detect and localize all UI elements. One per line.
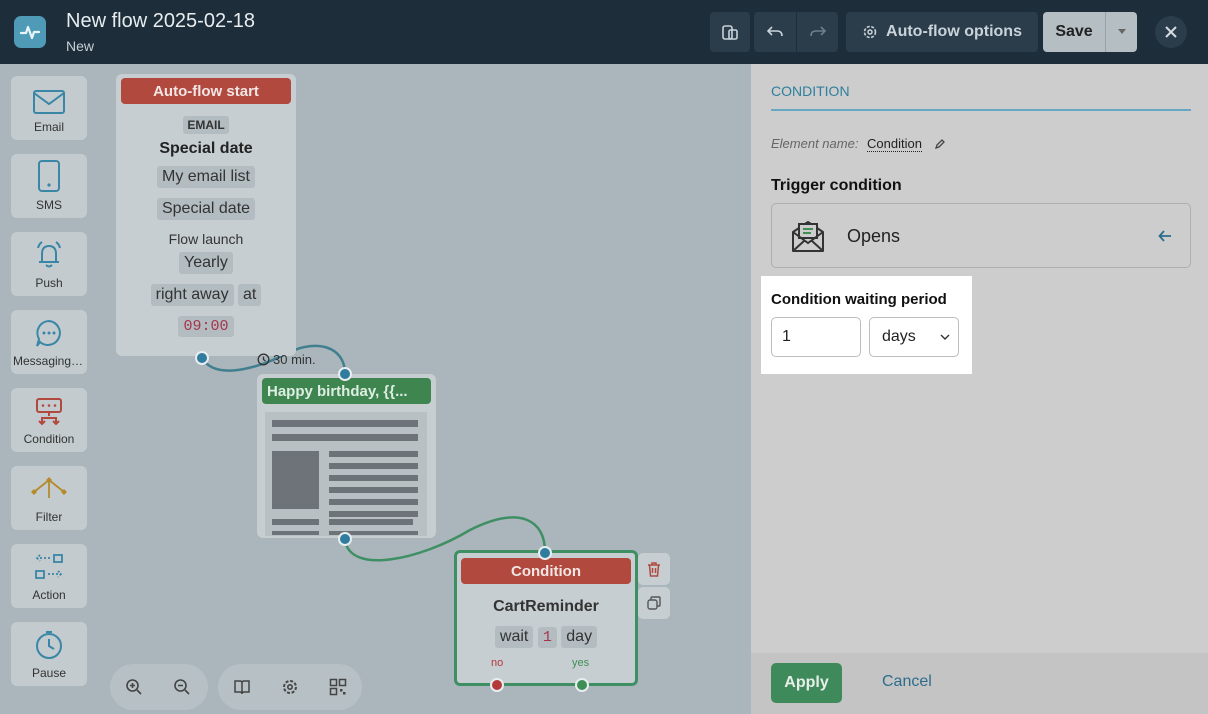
zoom-in-button[interactable] [110, 664, 158, 710]
waiting-period-label: Condition waiting period [771, 291, 947, 308]
guide-button[interactable] [218, 664, 266, 710]
save-button-group: Save [1043, 12, 1137, 52]
waiting-period-input[interactable]: 1 [771, 317, 861, 357]
delay-label: 30 min. [273, 352, 316, 367]
start-node[interactable]: Auto-flow start EMAIL Special date My em… [116, 74, 296, 356]
undo-button[interactable] [754, 12, 796, 52]
copy-icon [647, 596, 661, 610]
start-node-output-port[interactable] [195, 351, 209, 365]
condition-settings-panel: CONDITION Element name: Condition Trigge… [751, 64, 1208, 714]
trigger-type: Special date [159, 140, 253, 157]
wait-unit: day [561, 626, 598, 648]
apply-button[interactable]: Apply [771, 663, 842, 703]
launch-label: Flow launch [168, 231, 244, 247]
start-node-header: Auto-flow start [121, 78, 291, 104]
delay-tag: 30 min. [257, 352, 316, 367]
history-controls [754, 12, 838, 52]
element-name-value[interactable]: Condition [867, 136, 922, 152]
no-branch-port[interactable] [490, 678, 504, 692]
wait-label: wait [494, 626, 534, 648]
gear-icon [863, 25, 877, 39]
element-name-label: Element name: [771, 136, 859, 151]
channel-badge: EMAIL [183, 116, 229, 134]
open-envelope-icon [792, 221, 824, 252]
minimap-button[interactable] [314, 664, 362, 710]
trigger-condition-select[interactable]: Opens [771, 203, 1191, 268]
waiting-period-unit-select[interactable]: days [869, 317, 959, 357]
close-button[interactable] [1155, 16, 1187, 48]
chevron-down-icon [1117, 29, 1126, 34]
condition-node[interactable]: Condition CartReminder wait 1 day no yes [454, 550, 638, 686]
frequency: Yearly [179, 252, 233, 274]
redo-icon [809, 26, 826, 37]
redo-button[interactable] [796, 12, 838, 52]
undo-icon [766, 26, 783, 37]
email-preview-thumbnail [265, 412, 427, 536]
yes-branch-port[interactable] [575, 678, 589, 692]
yes-branch-label: yes [572, 657, 590, 669]
canvas-tools [218, 664, 362, 710]
cancel-button[interactable]: Cancel [882, 673, 932, 691]
auto-flow-options-button[interactable]: Auto-flow options [846, 12, 1038, 52]
arrow-left-icon [1158, 230, 1171, 242]
chevron-down-icon [940, 334, 950, 340]
date-field: Special date [156, 198, 256, 220]
save-button[interactable]: Save [1043, 23, 1105, 41]
gear-icon [283, 680, 297, 694]
zoom-out-button[interactable] [158, 664, 206, 710]
wait-value: 1 [537, 627, 557, 648]
trigger-condition-label: Trigger condition [771, 177, 902, 194]
waiting-period-section: Condition waiting period 1 days [761, 276, 972, 374]
condition-node-header: Condition [461, 558, 631, 584]
email-node[interactable]: Happy birthday, {{... [257, 374, 436, 538]
close-icon [1165, 26, 1177, 38]
trash-icon [648, 562, 660, 577]
condition-node-name: CartReminder [493, 598, 599, 615]
waiting-period-unit-value: days [882, 328, 916, 345]
no-branch-label: no [491, 657, 504, 669]
panel-footer: Apply Cancel [751, 653, 1208, 714]
zoom-controls [110, 664, 208, 710]
trigger-condition-value: Opens [847, 226, 901, 246]
mailing-list: My email list [156, 166, 255, 188]
book-icon [234, 680, 250, 695]
email-node-output-port[interactable] [338, 532, 352, 546]
duplicate-node-button[interactable] [638, 587, 670, 619]
email-node-input-port[interactable] [338, 367, 352, 381]
panel-tab-condition[interactable]: CONDITION [771, 83, 850, 99]
email-node-header: Happy birthday, {{... [262, 378, 431, 404]
pencil-icon[interactable] [934, 138, 946, 150]
delete-node-button[interactable] [638, 553, 670, 585]
launch-time: 09:00 [178, 316, 234, 337]
panel-tab-underline [771, 109, 1191, 111]
zoom-in-icon [126, 679, 142, 695]
qr-grid-icon [329, 678, 347, 696]
canvas-settings-button[interactable] [266, 664, 314, 710]
condition-node-input-port[interactable] [538, 546, 552, 560]
timing: right away [150, 284, 234, 306]
at-label: at [238, 284, 262, 306]
clock-icon [257, 353, 270, 366]
auto-flow-options-label: Auto-flow options [886, 23, 1022, 40]
zoom-out-icon [174, 679, 190, 695]
save-dropdown-button[interactable] [1105, 12, 1137, 52]
